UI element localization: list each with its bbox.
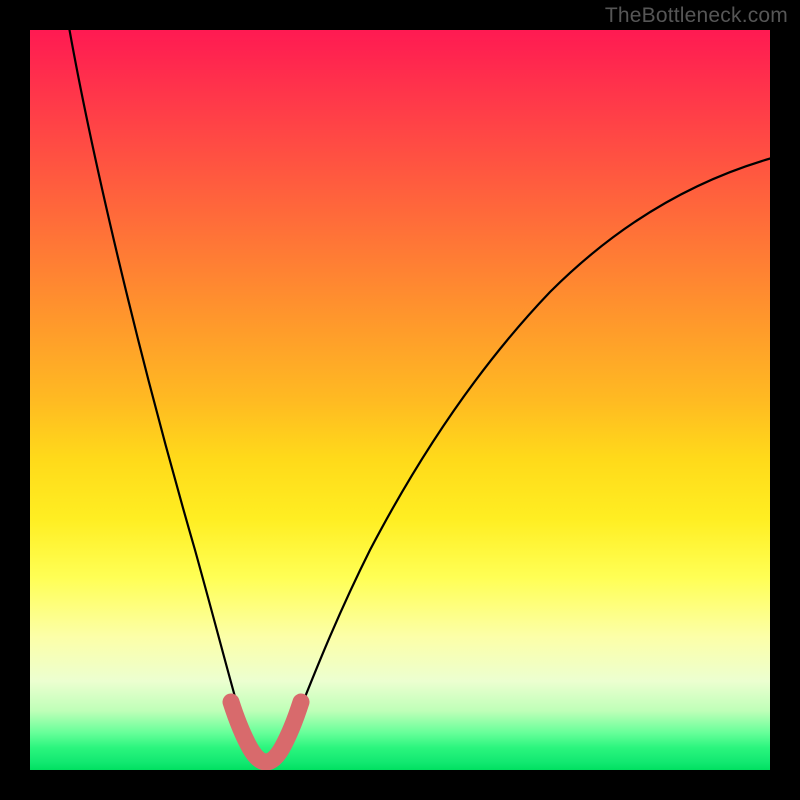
bottleneck-curve (66, 30, 770, 767)
plot-area (30, 30, 770, 770)
watermark-text: TheBottleneck.com (605, 4, 788, 28)
minimum-highlight (231, 702, 301, 762)
curve-layer (30, 30, 770, 770)
chart-container: TheBottleneck.com (0, 0, 800, 800)
